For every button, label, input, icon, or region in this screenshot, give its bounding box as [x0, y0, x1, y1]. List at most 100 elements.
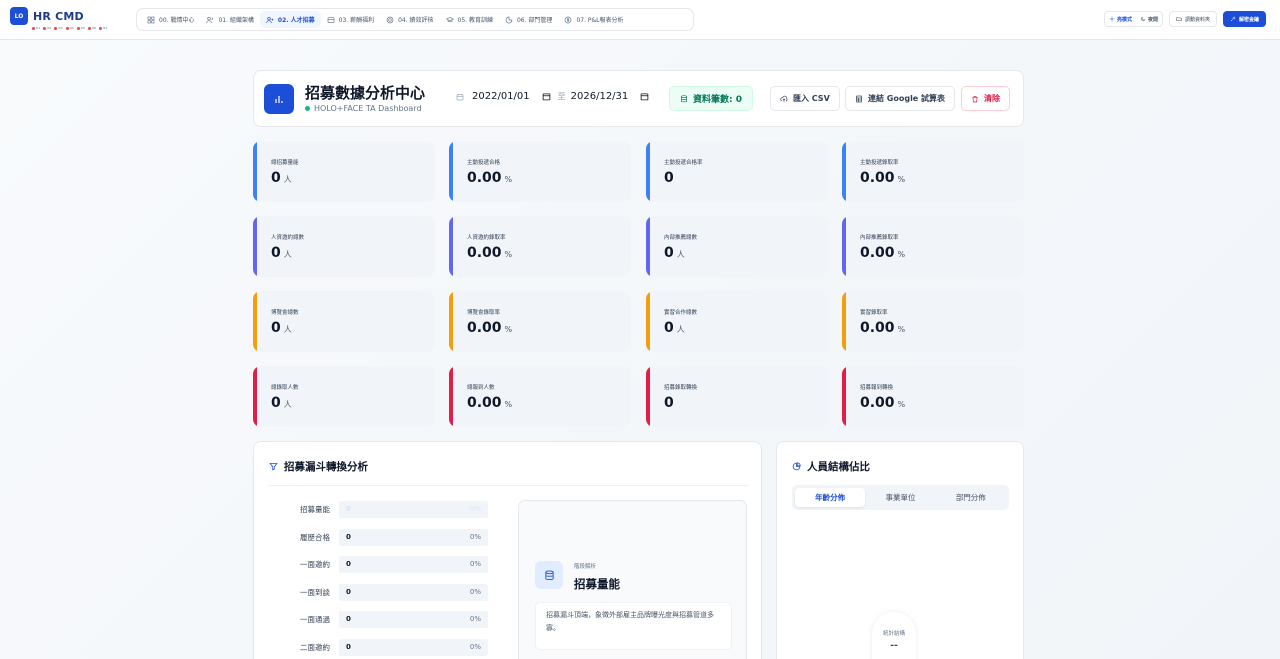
segment-age[interactable]: 年齡分佈 [795, 488, 866, 507]
kpi-card: 主動投遞合格 0.00% [449, 141, 631, 202]
page-title: 招募數據分析中心 [305, 84, 426, 102]
kpi-unit: 人 [676, 325, 685, 334]
kpi-accent-bar [842, 216, 846, 277]
kpi-accent-bar [449, 216, 453, 277]
funnel-row[interactable]: 一面通過 0 0% [254, 611, 494, 628]
funnel-row[interactable]: 一面邀約 0 0% [254, 556, 494, 573]
user-plus-icon [266, 16, 274, 23]
status-dot [305, 106, 310, 111]
funnel-count: 0 [346, 642, 351, 651]
dashboard-logo [264, 84, 294, 114]
segment-business-unit[interactable]: 事業單位 [865, 488, 935, 507]
users-icon [206, 16, 214, 23]
light-mode-option[interactable]: 亮模式 [1109, 16, 1132, 23]
funnel-row[interactable]: 一面到談 0 0% [254, 583, 494, 601]
stage-kicker: 階段解析 [574, 564, 597, 570]
main-nav-tabs: 00. 戰情中心 01. 組織架構 02. 人才招募 03. 薪酬福利 04. … [136, 8, 694, 31]
kpi-unit: 人 [283, 400, 292, 409]
kpi-number: 0 [271, 245, 281, 261]
kpi-number: 0.00 [860, 320, 895, 336]
funnel-stage-label: 一面到談 [300, 587, 330, 597]
tab-compensation[interactable]: 03. 薪酬福利 [321, 11, 380, 28]
kpi-number: 0 [664, 245, 674, 261]
funnel-row[interactable]: 招募量能 0 0% [254, 501, 494, 518]
funnel-title: 招募漏斗轉換分析 [269, 459, 368, 474]
tag-dot: 05 [76, 26, 85, 30]
kpi-unit: % [504, 250, 513, 259]
kpi-card: 總報到人數 0.00% [449, 366, 631, 427]
theme-toggle[interactable]: 亮模式 夜間 [1103, 11, 1163, 27]
logo-tags: 01 02 03 04 05 06 07 [32, 26, 107, 30]
kpi-unit: % [504, 325, 513, 334]
bar-chart-icon [275, 96, 283, 103]
kpi-label: 招募報到轉換 [860, 385, 894, 391]
tab-performance[interactable]: 04. 績效評核 [380, 11, 439, 28]
kpi-unit: % [504, 400, 513, 409]
funnel-percent: 0% [469, 615, 481, 623]
kpi-value: 0 [664, 395, 677, 411]
kpi-unit: 人 [283, 250, 292, 259]
kpi-value: 0.00% [860, 245, 905, 261]
calendar-icon [456, 93, 464, 100]
kpi-card: 內部推薦錄取率 0.00% [842, 216, 1024, 277]
kpi-card: 博覽會總數 0 人 [253, 291, 435, 352]
kpi-value: 0.00% [467, 395, 512, 411]
kpi-unit: 人 [283, 175, 292, 184]
kpi-number: 0 [271, 320, 281, 336]
structure-segmented-control: 年齡分佈 事業單位 部門分佈 [792, 485, 1009, 510]
date-to-input[interactable]: 2026/12/31 [571, 91, 629, 102]
kpi-card: 人資邀約總數 0 人 [253, 216, 435, 277]
kpi-accent-bar [449, 141, 453, 202]
connect-google-sheets-button[interactable]: 連結 Google 試算表 [845, 86, 956, 111]
database-icon [544, 569, 554, 580]
pie-icon [505, 16, 513, 23]
tab-pnl-report[interactable]: 07. P&L報表分析 [558, 11, 629, 28]
segment-department[interactable]: 部門分佈 [936, 488, 1006, 507]
export-folder-button[interactable]: 調動資料夾 [1168, 11, 1217, 27]
funnel-percent: 0% [469, 642, 481, 651]
funnel-row[interactable]: 履歷合格 0 0% [254, 528, 494, 546]
funnel-count: 0 [346, 505, 351, 513]
funnel-count: 0 [346, 587, 351, 596]
app-logo[interactable]: LO HR CMD [10, 7, 84, 25]
kpi-number: 0.00 [467, 245, 502, 261]
wallet-icon [327, 16, 334, 23]
tab-training[interactable]: 05. 教育訓練 [440, 11, 499, 28]
date-picker-icon[interactable] [542, 92, 551, 101]
kpi-card: 招募錄取轉換 0 [646, 366, 828, 427]
import-csv-button[interactable]: 匯入 CSV [770, 86, 840, 111]
kpi-value: 0人 [271, 395, 292, 411]
kpi-card: 主動投遞合格率 0 [646, 141, 828, 202]
date-from-input[interactable]: 2022/01/01 [472, 91, 530, 102]
tab-department[interactable]: 06. 部門管理 [499, 11, 558, 28]
tab-label: 04. 績效評核 [398, 17, 434, 24]
donut-center-label: 統計結構 [882, 631, 905, 637]
tab-recruitment[interactable]: 02. 人才招募 [259, 11, 321, 28]
kpi-value: 0.00% [860, 320, 905, 336]
structure-card: 人員結構佔比 年齡分佈 事業單位 部門分佈 統計結構 -- [776, 441, 1024, 659]
kpi-label: 人資邀約總數 [271, 235, 305, 241]
dollar-icon [565, 16, 572, 23]
tab-org-structure[interactable]: 01. 組織架構 [200, 11, 259, 28]
date-picker-icon[interactable] [640, 92, 649, 101]
app-name: HR CMD [33, 9, 84, 23]
folder-icon [1176, 17, 1182, 21]
decrypt-key-button[interactable]: 解密金鑰 [1222, 11, 1266, 27]
kpi-value: 0.00% [467, 170, 512, 186]
clear-button[interactable]: 清除 [961, 86, 1010, 111]
kpi-card: 人資邀約錄取率 0.00% [449, 216, 631, 277]
tab-war-room[interactable]: 00. 戰情中心 [141, 11, 200, 28]
kpi-card: 實習合作總數 0 人 [646, 291, 828, 352]
kpi-number: 0 [664, 320, 674, 336]
kpi-value: 0人 [271, 170, 292, 186]
kpi-number: 0.00 [467, 395, 502, 411]
kpi-card: 招募報到轉換 0.00% [842, 366, 1024, 427]
kpi-card: 內部推薦總數 0 人 [646, 216, 828, 277]
funnel-row[interactable]: 二面邀約 0 0% [254, 638, 494, 656]
dark-mode-option[interactable]: 夜間 [1140, 16, 1158, 23]
kpi-label: 總錄取人數 [271, 385, 299, 391]
kpi-label: 內部推薦錄取率 [860, 235, 899, 241]
kpi-accent-bar [253, 291, 257, 352]
kpi-accent-bar [253, 141, 257, 202]
kpi-number: 0 [271, 170, 281, 186]
